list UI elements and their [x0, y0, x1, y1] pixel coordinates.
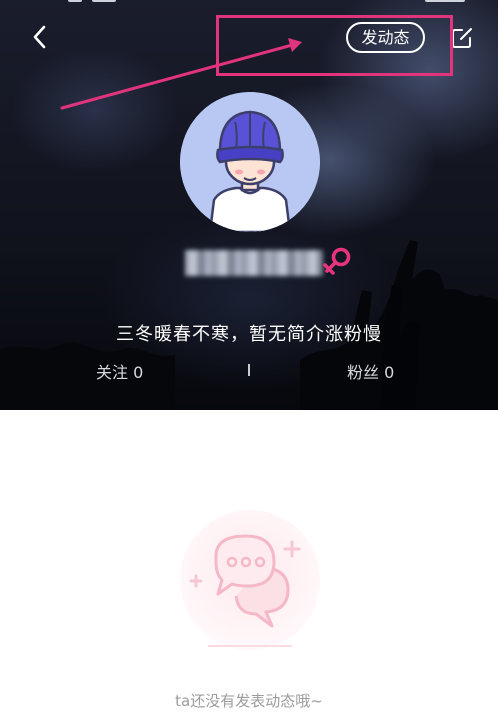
fans-count: 0: [384, 363, 395, 382]
chat-bubbles-icon: [180, 510, 320, 650]
edit-profile-button[interactable]: [450, 26, 474, 50]
profile-bio: 三冬暖春不寒，暂无简介涨粉慢: [116, 324, 382, 345]
following-stat[interactable]: 关注 0: [96, 359, 143, 383]
username: [185, 250, 323, 276]
username-row: [185, 240, 365, 280]
fans-label: 粉丝: [347, 363, 380, 382]
following-count: 0: [133, 363, 144, 382]
fans-stat[interactable]: 粉丝 0: [347, 359, 394, 383]
female-icon: [323, 247, 351, 275]
empty-state-illustration: [168, 510, 332, 664]
empty-state-message: ta还没有发表动态哦~: [175, 692, 323, 710]
following-label: 关注: [96, 363, 129, 382]
edit-icon: [452, 28, 472, 48]
annotation-arrow: [60, 38, 302, 110]
stats-divider: [248, 364, 250, 376]
